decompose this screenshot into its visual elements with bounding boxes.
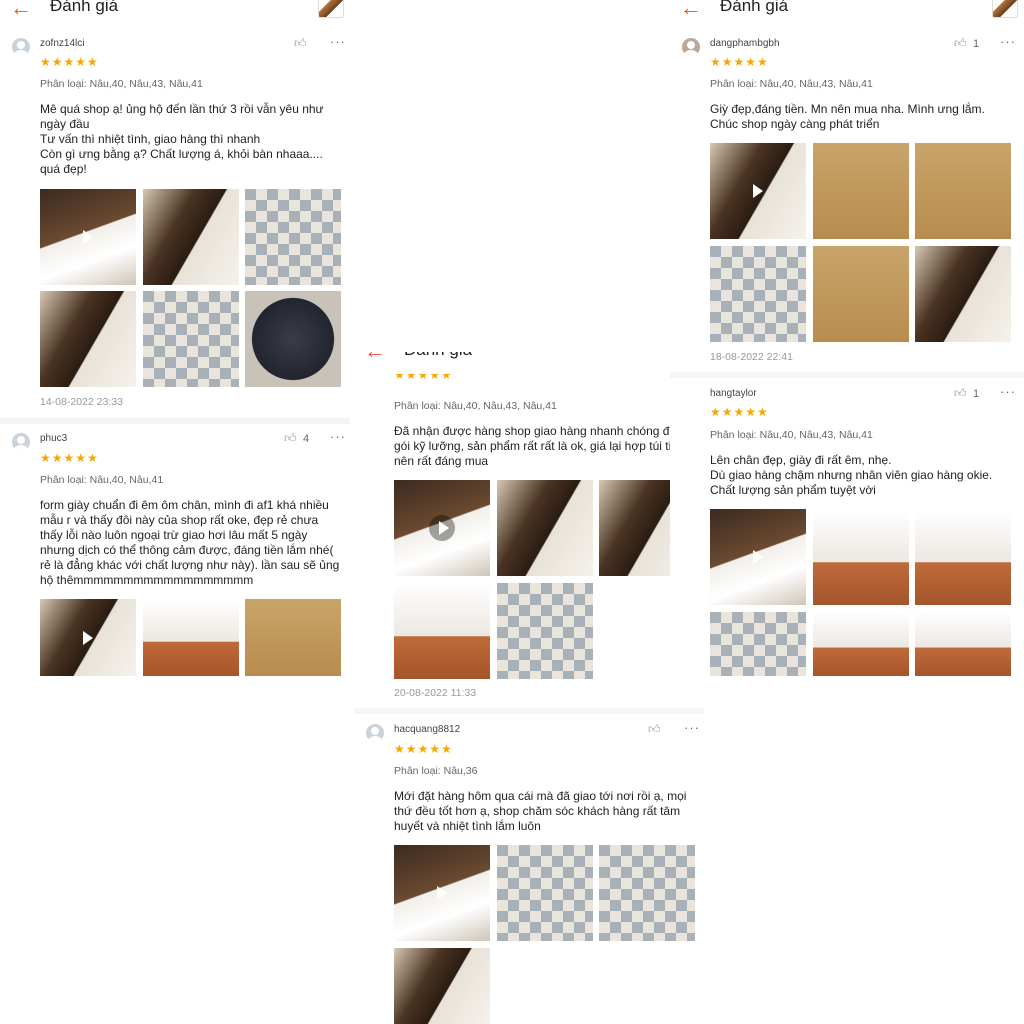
review-photo[interactable] — [915, 246, 1011, 342]
review-date: 20-08-2022 11:33 — [394, 687, 477, 699]
like-count: 1 — [973, 38, 980, 50]
review-username[interactable]: phuc3 — [40, 433, 67, 444]
arrow-left-icon[interactable]: ← — [364, 352, 386, 362]
page-header: ← Đánh giá — [0, 0, 350, 26]
divider — [670, 372, 1024, 378]
variant-label: Phân loại: Nâu,40, Nâu,43, Nâu,41 — [40, 78, 203, 90]
thumbs-up-icon[interactable]: 👍︎ — [284, 431, 297, 446]
variant-label: Phân loại: Nâu,40, Nâu,41 — [40, 474, 164, 486]
review-photo[interactable] — [245, 189, 341, 285]
review-photo[interactable] — [915, 509, 1011, 605]
review-text: form giày chuẩn đi êm ôm chân, mình đi a… — [40, 498, 340, 587]
variant-label: Phân loại: Nâu,36 — [394, 765, 478, 777]
avatar-icon[interactable] — [682, 38, 700, 56]
review-photo[interactable] — [245, 291, 341, 387]
review-photo[interactable] — [599, 845, 695, 941]
star-rating: ★★★★★ — [710, 55, 769, 69]
review-username[interactable]: hacquang8812 — [394, 724, 460, 735]
review-video[interactable] — [394, 480, 490, 576]
thumbs-up-icon[interactable]: 👍︎ — [294, 36, 307, 51]
review-panel-right: ← Đánh giá dangphambgbh 👍︎ 1 ··· ★★★★★ P… — [670, 0, 1024, 690]
review-photo[interactable] — [143, 291, 239, 387]
review-video[interactable] — [710, 509, 806, 605]
review-panel-middle: ← Đánh giá ★★★★★ Phân loại: Nâu,40, Nâu,… — [354, 352, 704, 1024]
play-icon — [83, 230, 93, 244]
star-rating: ★★★★★ — [394, 742, 453, 756]
review-date: 18-08-2022 22:41 — [710, 351, 793, 363]
more-options-icon[interactable]: ··· — [330, 34, 346, 49]
review-photo[interactable] — [915, 143, 1011, 239]
review-username[interactable]: dangphambgbh — [710, 38, 780, 49]
review-video[interactable] — [710, 143, 806, 239]
arrow-left-icon[interactable]: ← — [10, 0, 32, 19]
review-text: Lên chân đẹp, giày đi rất êm, nhẹ. Dù gi… — [710, 453, 993, 497]
review-panel-left: ← Đánh giá zofnz14lci 👍︎ ··· ★★★★★ Phân … — [0, 0, 350, 690]
review-photo[interactable] — [497, 845, 593, 941]
star-rating: ★★★★★ — [710, 405, 769, 419]
review-photo[interactable] — [245, 599, 341, 676]
review-photo[interactable] — [394, 948, 490, 1024]
review-username[interactable]: hangtaylor — [710, 388, 757, 399]
review-photo[interactable] — [394, 583, 490, 679]
variant-label: Phân loại: Nâu,40, Nâu,43, Nâu,41 — [710, 78, 873, 90]
review-text: Mê quá shop ạ! ủng hộ đến lần thứ 3 rồi … — [40, 102, 324, 176]
review-text: Mới đặt hàng hôm qua cái mà đã giao tới … — [394, 789, 687, 833]
page-title: Đánh giá — [50, 0, 119, 15]
review-photo[interactable] — [143, 189, 239, 285]
divider — [354, 708, 704, 714]
more-options-icon[interactable]: ··· — [1000, 384, 1016, 399]
review-photo[interactable] — [497, 480, 593, 576]
thumbs-up-icon[interactable]: 👍︎ — [954, 36, 967, 51]
play-icon — [437, 886, 447, 900]
review-video[interactable] — [394, 845, 490, 941]
thumbs-up-icon[interactable]: 👍︎ — [954, 386, 967, 401]
like-count: 1 — [973, 388, 980, 400]
page-title: Đánh giá — [720, 0, 789, 15]
like-count: 4 — [303, 433, 310, 445]
review-text: Giỳ đẹp,đáng tiền. Mn nên mua nha. Mình … — [710, 102, 985, 131]
review-username[interactable]: zofnz14lci — [40, 38, 84, 49]
variant-label: Phân loại: Nâu,40, Nâu,43, Nâu,41 — [394, 400, 557, 412]
review-photo[interactable] — [710, 612, 806, 676]
review-photo[interactable] — [497, 583, 593, 679]
page-header: ← Đánh giá — [354, 352, 704, 372]
product-thumbnail[interactable] — [318, 0, 344, 18]
review-photo[interactable] — [813, 509, 909, 605]
review-text: Đã nhận được hàng shop giao hàng nhanh c… — [394, 424, 690, 468]
review-photo[interactable] — [813, 143, 909, 239]
review-date: 14-08-2022 23:33 — [40, 396, 123, 408]
review-photo[interactable] — [40, 291, 136, 387]
product-thumbnail[interactable] — [992, 0, 1018, 18]
more-options-icon[interactable]: ··· — [1000, 34, 1016, 49]
review-photo[interactable] — [813, 246, 909, 342]
review-video[interactable] — [40, 599, 136, 676]
play-icon — [753, 550, 763, 564]
star-rating: ★★★★★ — [40, 55, 99, 69]
review-photo[interactable] — [143, 599, 239, 676]
page-title: Đánh giá — [404, 352, 472, 360]
play-icon — [429, 515, 455, 541]
avatar-icon[interactable] — [366, 724, 384, 742]
star-rating: ★★★★★ — [394, 374, 453, 382]
divider — [0, 418, 350, 424]
review-photo[interactable] — [915, 612, 1011, 676]
arrow-left-icon[interactable]: ← — [680, 0, 702, 19]
more-options-icon[interactable]: ··· — [330, 429, 346, 444]
more-options-icon[interactable]: ··· — [684, 720, 700, 735]
avatar-icon[interactable] — [12, 433, 30, 451]
page-header: ← Đánh giá — [670, 0, 1024, 26]
play-icon — [83, 630, 93, 645]
review-photo[interactable] — [813, 612, 909, 676]
review-photo[interactable] — [710, 246, 806, 342]
review-video[interactable] — [40, 189, 136, 285]
star-rating: ★★★★★ — [40, 451, 99, 465]
avatar-icon[interactable] — [12, 38, 30, 56]
play-icon — [753, 184, 763, 198]
thumbs-up-icon[interactable]: 👍︎ — [648, 722, 661, 737]
variant-label: Phân loại: Nâu,40, Nâu,43, Nâu,41 — [710, 429, 873, 441]
